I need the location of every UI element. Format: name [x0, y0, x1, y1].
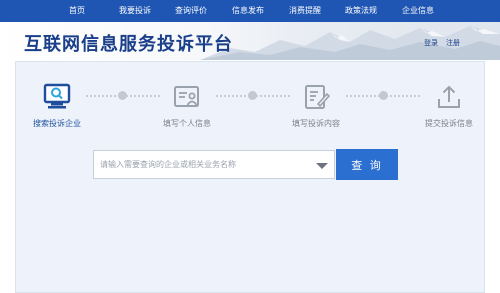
- step-label: 提交投诉信息: [425, 119, 473, 128]
- nav-item-company[interactable]: 企业信息: [402, 0, 434, 22]
- top-nav: 首页 我要投诉 查询评价 信息发布 消费提醒 政策法规 企业信息: [0, 0, 500, 22]
- chevron-down-icon[interactable]: [316, 163, 328, 169]
- step-connector: [216, 91, 290, 100]
- step-complaint-content: 填写投诉内容: [281, 82, 351, 129]
- monitor-search-icon: [42, 82, 72, 112]
- upload-icon: [434, 82, 464, 112]
- nav-item-complain[interactable]: 我要投诉: [119, 0, 151, 22]
- search-input[interactable]: [94, 151, 334, 178]
- step-personal-info: 填写个人信息: [152, 82, 222, 129]
- nav-item-info[interactable]: 信息发布: [232, 0, 264, 22]
- step-connector: [86, 91, 160, 100]
- nav-item-home[interactable]: 首页: [69, 0, 85, 22]
- page-title: 互联网信息服务投诉平台: [24, 34, 233, 55]
- register-link[interactable]: 注册: [446, 38, 460, 48]
- id-card-icon: [172, 82, 202, 112]
- nav-item-reminder[interactable]: 消费提醒: [289, 0, 321, 22]
- connector-dot: [248, 91, 257, 100]
- search-button[interactable]: 查 询: [336, 149, 398, 180]
- document-edit-icon: [301, 82, 331, 112]
- header-banner: 互联网信息服务投诉平台 登录 注册: [0, 22, 500, 60]
- step-search-company: 搜索投诉企业: [22, 82, 92, 129]
- nav-item-policy[interactable]: 政策法规: [345, 0, 377, 22]
- company-search-field[interactable]: [93, 150, 335, 179]
- connector-dot: [379, 91, 388, 100]
- step-connector: [346, 91, 420, 100]
- step-label: 填写投诉内容: [292, 119, 340, 128]
- login-link[interactable]: 登录: [424, 38, 438, 48]
- connector-dot: [118, 91, 127, 100]
- nav-item-query[interactable]: 查询评价: [175, 0, 207, 22]
- step-submit: 提交投诉信息: [414, 82, 484, 129]
- step-label: 填写个人信息: [163, 119, 211, 128]
- step-label: 搜索投诉企业: [33, 119, 81, 128]
- complaint-panel: 搜索投诉企业 填写个人信息 填写投诉内容 提交投诉信息 请输入需要查询的企业或相…: [15, 61, 485, 293]
